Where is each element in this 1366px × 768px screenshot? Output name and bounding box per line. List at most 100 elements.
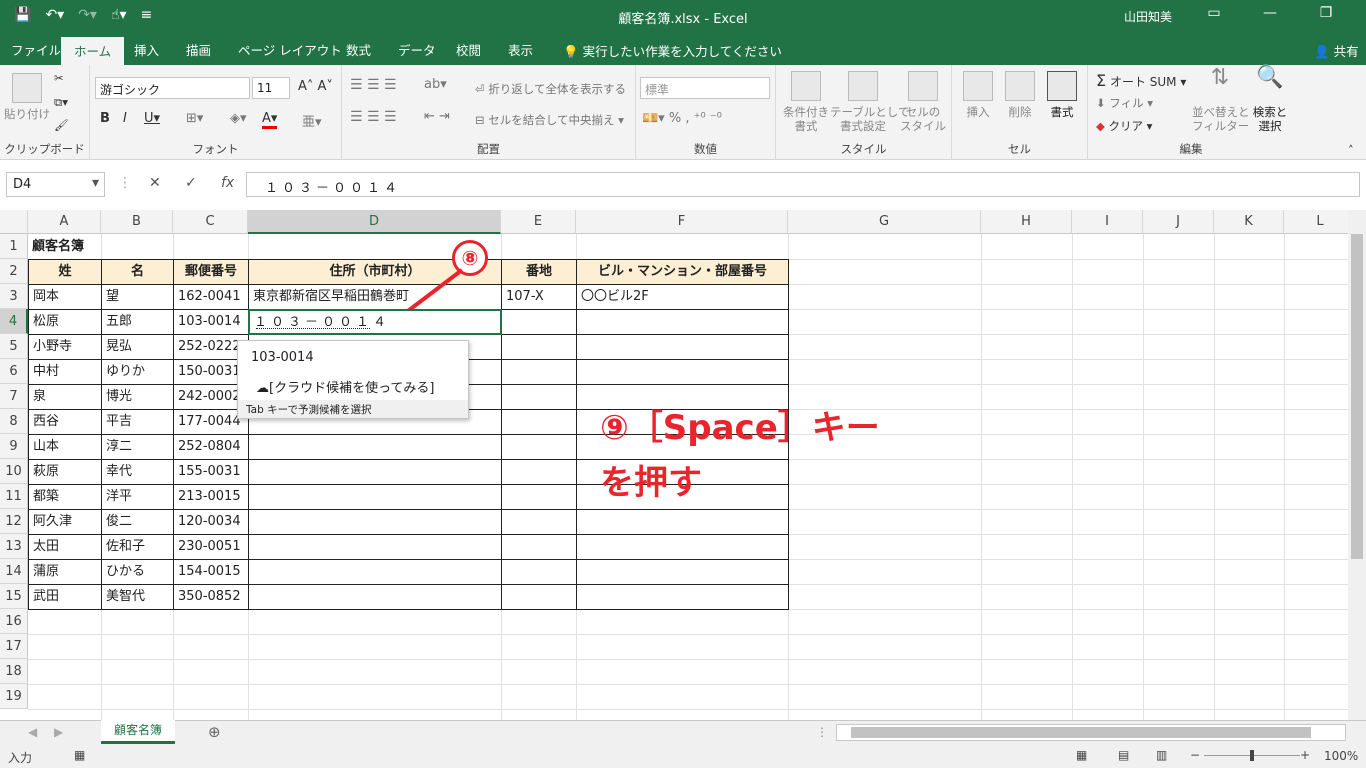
orientation-icon[interactable]: ab▾ (424, 77, 447, 92)
row-header-11[interactable]: 11 (0, 484, 28, 509)
table-header-A[interactable]: 姓 (28, 259, 102, 285)
table-cell[interactable] (248, 459, 502, 485)
tab-formulas[interactable]: 数式 (346, 40, 371, 59)
row-header-3[interactable]: 3 (0, 284, 28, 309)
table-cell[interactable] (248, 434, 502, 460)
table-header-F[interactable]: ビル・マンション・部屋番号 (576, 259, 789, 285)
zoom-slider-handle[interactable] (1250, 750, 1254, 761)
table-cell[interactable]: 淳二 (101, 434, 174, 460)
insert-function-icon[interactable]: fx (221, 175, 234, 191)
merge-center-button[interactable]: ⊟ セルを結合して中央揃え ▾ (475, 112, 624, 128)
table-header-C[interactable]: 郵便番号 (173, 259, 249, 285)
table-cell[interactable] (248, 584, 502, 610)
sort-filter-button[interactable]: ⇅ 並べ替えと フィルター (1192, 67, 1250, 134)
column-header-K[interactable]: K (1214, 210, 1284, 234)
align-top-icons[interactable]: ☰ ☰ ☰ (350, 77, 397, 93)
row-header-6[interactable]: 6 (0, 359, 28, 384)
table-cell[interactable]: ひかる (101, 559, 174, 585)
horizontal-scrollbar[interactable] (836, 724, 1346, 741)
format-cells-button[interactable]: 書式 (1042, 71, 1082, 119)
next-sheet-icon[interactable]: ▶ (54, 725, 63, 739)
table-cell[interactable] (248, 534, 502, 560)
table-cell[interactable] (576, 334, 789, 360)
underline-icon[interactable]: U▾ (144, 111, 160, 126)
row-header-9[interactable]: 9 (0, 434, 28, 459)
row-header-13[interactable]: 13 (0, 534, 28, 559)
italic-icon[interactable]: I (123, 111, 127, 126)
zoom-level[interactable]: 100% (1324, 749, 1358, 763)
cloud-suggestion-link[interactable]: ☁[クラウド候補を使ってみる] (256, 377, 435, 396)
border-icon[interactable]: ⊞▾ (186, 111, 203, 126)
table-cell[interactable]: 213-0015 (173, 484, 249, 510)
table-cell[interactable]: 泉 (28, 384, 102, 410)
find-select-button[interactable]: 🔍 検索と 選択 (1248, 67, 1292, 134)
format-painter-icon[interactable]: 🖌 (54, 118, 69, 132)
table-cell[interactable] (501, 584, 577, 610)
fill-color-icon[interactable]: ◈▾ (230, 111, 247, 126)
tab-split-icon[interactable]: ⋮ (816, 725, 828, 739)
row-header-14[interactable]: 14 (0, 559, 28, 584)
table-cell[interactable]: 平吉 (101, 409, 174, 435)
zoom-out-icon[interactable]: − (1190, 748, 1200, 762)
tab-page-layout[interactable]: ページ レイアウト (238, 40, 342, 59)
table-cell[interactable]: 120-0034 (173, 509, 249, 535)
autocomplete-suggestion[interactable]: 103-0014 (251, 350, 314, 365)
table-cell[interactable]: 252-0804 (173, 434, 249, 460)
select-all-corner[interactable] (0, 210, 28, 234)
wrap-text-button[interactable]: ⏎ 折り返して全体を表示する (475, 81, 626, 97)
delete-cells-button[interactable]: 削除 (1000, 71, 1040, 119)
row-header-5[interactable]: 5 (0, 334, 28, 359)
sheet-tab[interactable]: 顧客名簿 (101, 720, 175, 744)
table-cell[interactable] (576, 559, 789, 585)
table-cell[interactable]: 洋平 (101, 484, 174, 510)
phonetic-icon[interactable]: 亜▾ (302, 111, 322, 130)
add-sheet-icon[interactable]: ⊕ (208, 723, 221, 741)
table-cell[interactable]: 太田 (28, 534, 102, 560)
table-cell[interactable] (248, 559, 502, 585)
tab-insert[interactable]: 挿入 (134, 40, 159, 59)
table-cell[interactable]: 望 (101, 284, 174, 310)
row-header-7[interactable]: 7 (0, 384, 28, 409)
table-cell[interactable] (501, 309, 577, 335)
enter-icon[interactable]: ✓ (185, 175, 197, 191)
column-header-D[interactable]: D (248, 210, 501, 234)
table-cell[interactable]: 蒲原 (28, 559, 102, 585)
row-header-17[interactable]: 17 (0, 634, 28, 659)
column-header-J[interactable]: J (1143, 210, 1214, 234)
formula-input[interactable]: １０３－００１４ (246, 172, 1360, 197)
tell-me-box[interactable]: 💡 実行したい作業を入力してください (563, 41, 782, 60)
vertical-scrollbar[interactable] (1348, 210, 1366, 720)
row-header-16[interactable]: 16 (0, 609, 28, 634)
table-header-E[interactable]: 番地 (501, 259, 577, 285)
row-header-4[interactable]: 4 (0, 309, 28, 334)
normal-view-icon[interactable]: ▦ (1076, 748, 1087, 762)
table-cell[interactable] (501, 459, 577, 485)
column-header-A[interactable]: A (28, 210, 101, 234)
insert-cells-button[interactable]: 挿入 (958, 71, 998, 119)
tab-data[interactable]: データ (398, 40, 436, 59)
table-cell[interactable] (501, 359, 577, 385)
tab-draw[interactable]: 描画 (186, 40, 211, 59)
table-cell[interactable]: 博光 (101, 384, 174, 410)
row-header-2[interactable]: 2 (0, 259, 28, 284)
table-cell[interactable] (501, 534, 577, 560)
row-header-18[interactable]: 18 (0, 659, 28, 684)
table-cell[interactable]: 俊二 (101, 509, 174, 535)
table-cell[interactable] (501, 384, 577, 410)
bold-icon[interactable]: B (100, 111, 110, 126)
table-cell[interactable]: 萩原 (28, 459, 102, 485)
number-format-icons[interactable]: 💴▾ % , ⁺⁰ ⁻⁰ (642, 111, 722, 126)
tab-view[interactable]: 表示 (508, 40, 533, 59)
table-cell[interactable]: 103-0014 (173, 309, 249, 335)
row-header-10[interactable]: 10 (0, 459, 28, 484)
table-cell[interactable] (501, 434, 577, 460)
table-cell[interactable]: 小野寺 (28, 334, 102, 360)
autosum-button[interactable]: Σ オート SUM ▾ (1096, 71, 1186, 90)
row-header-15[interactable]: 15 (0, 584, 28, 609)
tab-file[interactable]: ファイル (11, 40, 61, 59)
table-cell[interactable]: 美智代 (101, 584, 174, 610)
table-cell[interactable]: 五郎 (101, 309, 174, 335)
table-cell[interactable] (248, 509, 502, 535)
cell-styles-button[interactable]: セルの スタイル (898, 71, 948, 133)
table-cell[interactable] (501, 559, 577, 585)
